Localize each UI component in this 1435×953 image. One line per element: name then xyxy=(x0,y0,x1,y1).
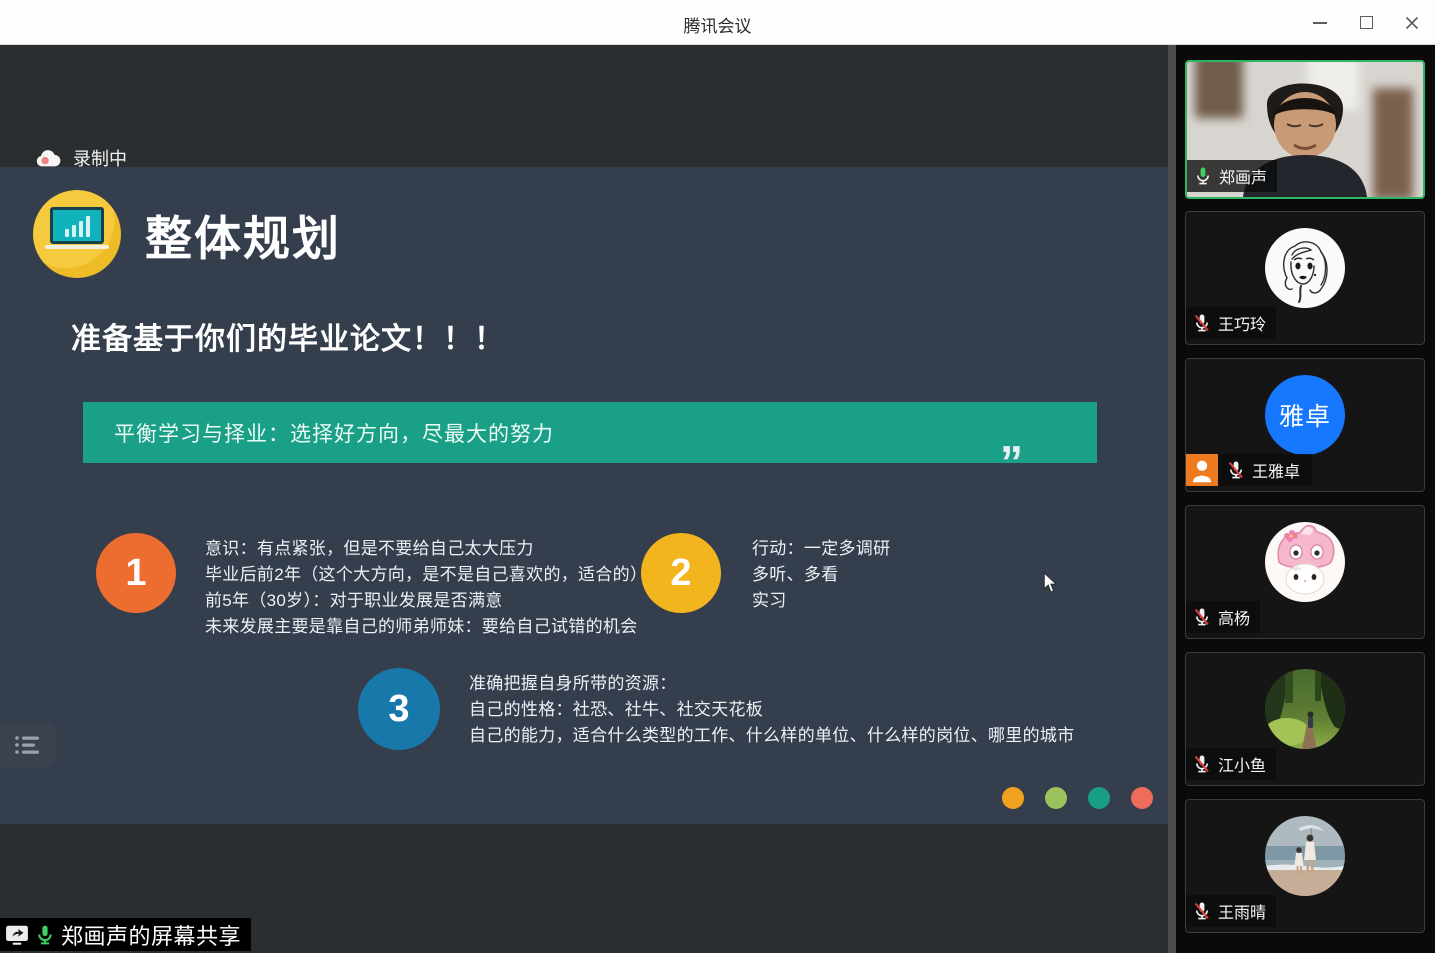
page-dot xyxy=(1002,787,1024,809)
slide-banner: 平衡学习与择业：选择好方向，尽最大的努力 xyxy=(83,402,1097,463)
mic-muted-icon xyxy=(1192,607,1212,627)
minimize-button[interactable] xyxy=(1297,0,1343,45)
slide-title-icon xyxy=(33,190,121,278)
slide-outline-button[interactable] xyxy=(0,722,56,767)
avatar xyxy=(1265,669,1345,749)
participant-name-label: 高杨 xyxy=(1186,601,1260,633)
avatar xyxy=(1265,228,1345,308)
slide-subtitle: 准备基于你们的毕业论文！！！ xyxy=(71,314,505,358)
titlebar: 腾讯会议 xyxy=(0,0,1435,45)
mic-on-icon xyxy=(1193,166,1213,186)
tencent-meeting-window: 腾讯会议 录制中 整体规划 准备基于你们的毕 xyxy=(0,0,1435,953)
page-dot xyxy=(1131,787,1153,809)
avatar: 雅卓 xyxy=(1265,375,1345,455)
window-title: 腾讯会议 xyxy=(684,12,752,37)
screen-share-banner: 郑画声的屏幕共享 xyxy=(0,918,251,951)
page-dot xyxy=(1088,787,1110,809)
maximize-icon xyxy=(1360,16,1373,29)
cloud-recording-icon xyxy=(34,148,62,169)
participant-name-label: 王雅卓 xyxy=(1186,454,1312,486)
point-1-circle: 1 xyxy=(96,533,176,613)
share-banner-text: 郑画声的屏幕共享 xyxy=(61,919,241,951)
laptop-chart-icon xyxy=(50,207,104,244)
screen-share-icon xyxy=(5,924,29,946)
point-2-circle: 2 xyxy=(641,533,721,613)
participant-name-label: 江小鱼 xyxy=(1186,748,1276,780)
mic-muted-icon xyxy=(1192,313,1212,333)
presentation-slide: 整体规划 准备基于你们的毕业论文！！！ 平衡学习与择业：选择好方向，尽最大的努力… xyxy=(0,167,1168,824)
participant-name: 王雨晴 xyxy=(1218,899,1266,923)
slide-banner-text: 平衡学习与择业：选择好方向，尽最大的努力 xyxy=(114,418,554,448)
participant-name-label: 王雨晴 xyxy=(1186,895,1276,927)
participants-sidebar: 郑画声 xyxy=(1168,45,1435,953)
participant-name: 高杨 xyxy=(1218,605,1250,629)
point-3-circle: 3 xyxy=(358,668,440,750)
mic-muted-icon xyxy=(1192,754,1212,774)
window-controls xyxy=(1297,0,1435,45)
page-dot xyxy=(1045,787,1067,809)
mic-on-icon xyxy=(34,924,56,946)
participant-name-label: 王巧玲 xyxy=(1186,307,1276,339)
participant-tile-6[interactable]: 王雨晴 xyxy=(1185,799,1425,933)
participant-name: 王巧玲 xyxy=(1218,311,1266,335)
avatar-initials: 雅卓 xyxy=(1265,375,1345,455)
quote-mark: ” xyxy=(1000,439,1023,485)
mouse-cursor xyxy=(1043,572,1058,599)
participant-name-label: 郑画声 xyxy=(1187,160,1277,192)
screen-share-stage: 录制中 整体规划 准备基于你们的毕业论文！！！ 平衡学习与择业：选择好方向，尽最… xyxy=(0,45,1168,953)
participant-tile-2[interactable]: 王巧玲 xyxy=(1185,211,1425,345)
profile-person-badge-icon xyxy=(1186,454,1218,486)
participant-name: 江小鱼 xyxy=(1218,752,1266,776)
point-2-text: 行动：一定多调研 多听、多看 实习 xyxy=(752,536,890,614)
mic-muted-icon xyxy=(1192,901,1212,921)
close-button[interactable] xyxy=(1389,0,1435,45)
sidebar-divider[interactable] xyxy=(1168,45,1176,953)
avatar xyxy=(1265,816,1345,896)
participant-tile-3[interactable]: 雅卓 王雅卓 xyxy=(1185,358,1425,492)
slide-title: 整体规划 xyxy=(145,200,341,269)
participant-tile-1[interactable]: 郑画声 xyxy=(1185,60,1425,199)
participant-name: 王雅卓 xyxy=(1252,458,1300,482)
participant-name: 郑画声 xyxy=(1219,164,1267,188)
avatar xyxy=(1265,522,1345,602)
participant-tile-4[interactable]: 高杨 xyxy=(1185,505,1425,639)
maximize-button[interactable] xyxy=(1343,0,1389,45)
mic-muted-icon xyxy=(1226,460,1246,480)
minimize-icon xyxy=(1313,22,1327,24)
list-icon xyxy=(13,734,43,756)
close-icon xyxy=(1405,16,1419,30)
point-3-text: 准确把握自身所带的资源： 自己的性格：社恐、社牛、社交天花板 自己的能力，适合什… xyxy=(469,671,1075,749)
participant-tile-5[interactable]: 江小鱼 xyxy=(1185,652,1425,786)
slide-page-dots xyxy=(1002,787,1153,809)
point-1-text: 意识：有点紧张，但是不要给自己太大压力 毕业后前2年（这个大方向，是不是自己喜欢… xyxy=(205,536,647,640)
